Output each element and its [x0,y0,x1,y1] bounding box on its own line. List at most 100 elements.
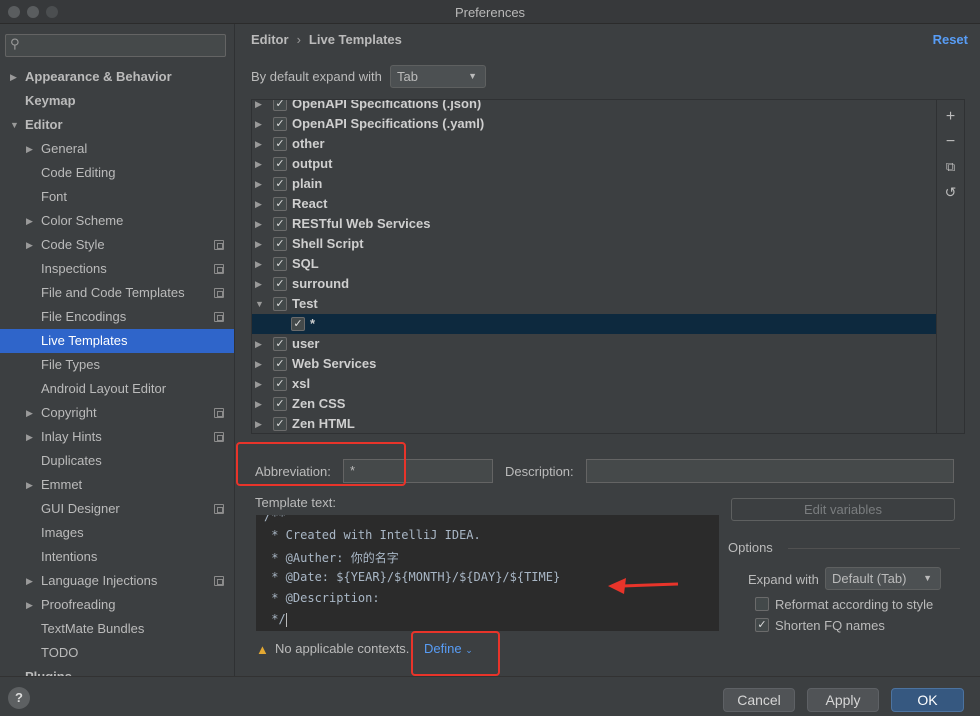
sidebar-item-textmate-bundles[interactable]: TextMate Bundles [0,617,234,641]
chevron-down-icon: ▼ [923,573,932,583]
sidebar-item-inspections[interactable]: Inspections [0,257,234,281]
enable-checkbox[interactable]: ✓ [273,417,287,431]
cancel-button[interactable]: Cancel [723,688,795,712]
editor-line: * @Date: ${YEAR}/${MONTH}/${DAY}/${TIME} [264,570,561,584]
chevron-down-icon: ▼ [468,71,477,81]
enable-checkbox[interactable]: ✓ [273,257,287,271]
reformat-checkbox[interactable] [755,597,769,611]
chevron-right-icon: ▶ [26,240,33,250]
sidebar-item-live-templates[interactable]: Live Templates [0,329,234,353]
chevron-right-icon: ▶ [26,216,33,226]
default-expand-select[interactable]: Tab ▼ [390,65,486,88]
sidebar-item-intentions[interactable]: Intentions [0,545,234,569]
list-item[interactable]: ▶ ✓ other [252,134,936,154]
enable-checkbox[interactable]: ✓ [273,237,287,251]
sidebar-item-code-editing[interactable]: Code Editing [0,161,234,185]
template-text-editor[interactable]: /** * Created with IntelliJ IDEA. * @Aut… [256,515,719,631]
description-field[interactable] [586,459,954,483]
enable-checkbox[interactable]: ✓ [273,377,287,391]
sidebar-item-emmet[interactable]: ▶ Emmet [0,473,234,497]
sidebar-item-file-types[interactable]: File Types [0,353,234,377]
project-settings-icon [214,312,224,322]
editor-line: * @Auther: 你的名字 [264,551,399,565]
sidebar-item-duplicates[interactable]: Duplicates [0,449,234,473]
window-title: Preferences [454,5,526,20]
list-item[interactable]: ▶ ✓ user [252,334,936,354]
template-list[interactable]: ▶ ✓ OpenAPI Specifications (.json) ▶ ✓ O… [251,99,937,434]
enable-checkbox[interactable]: ✓ [273,337,287,351]
edit-variables-button[interactable]: Edit variables [731,498,955,521]
sidebar-item-inlay-hints[interactable]: ▶ Inlay Hints [0,425,234,449]
enable-checkbox[interactable]: ✓ [273,137,287,151]
reset-link[interactable]: Reset [933,32,968,47]
list-item[interactable]: ▶ ✓ surround [252,274,936,294]
breadcrumb-editor[interactable]: Editor [251,32,289,47]
sidebar-item-file-encodings[interactable]: File Encodings [0,305,234,329]
expand-with-label: Expand with [748,572,819,587]
sidebar-item-copyright[interactable]: ▶ Copyright [0,401,234,425]
sidebar-item-gui-designer[interactable]: GUI Designer [0,497,234,521]
apply-button[interactable]: Apply [807,688,879,712]
ok-button[interactable]: OK [891,688,964,712]
list-item[interactable]: ▶ ✓ Zen CSS [252,394,936,414]
enable-checkbox[interactable]: ✓ [273,217,287,231]
list-item[interactable]: ▼ ✓ Test [252,294,936,314]
chevron-right-icon: ▶ [10,72,17,82]
list-item[interactable]: ▶ ✓ OpenAPI Specifications (.yaml) [252,114,936,134]
dialog-button-bar: ? Cancel Apply OK [0,676,980,716]
list-item[interactable]: ▶ ✓ RESTful Web Services [252,214,936,234]
help-button[interactable]: ? [8,687,30,709]
sidebar-item-proofreading[interactable]: ▶ Proofreading [0,593,234,617]
restore-icon[interactable]: ↺ [937,181,964,203]
enable-checkbox[interactable]: ✓ [273,177,287,191]
sidebar-item-language-injections[interactable]: ▶ Language Injections [0,569,234,593]
sidebar-item-todo[interactable]: TODO [0,641,234,665]
project-settings-icon [214,504,224,514]
sidebar-item-code-style[interactable]: ▶ Code Style [0,233,234,257]
enable-checkbox[interactable]: ✓ [273,197,287,211]
sidebar-item-images[interactable]: Images [0,521,234,545]
remove-icon[interactable]: − [937,131,964,153]
chevron-right-icon: ▶ [255,199,262,209]
sidebar-item-font[interactable]: Font [0,185,234,209]
list-item[interactable]: ▶ ✓ SQL [252,254,936,274]
enable-checkbox[interactable]: ✓ [273,100,287,111]
enable-checkbox[interactable]: ✓ [273,157,287,171]
sidebar-item-android-layout-editor[interactable]: Android Layout Editor [0,377,234,401]
copy-icon[interactable]: ⧉ [937,156,964,178]
list-item[interactable]: ▶ ✓ Shell Script [252,234,936,254]
enable-checkbox[interactable]: ✓ [273,277,287,291]
sidebar-item-plugins[interactable]: Plugins [0,665,234,676]
chevron-right-icon: ▶ [255,419,262,429]
add-icon[interactable]: + [937,106,964,128]
list-item[interactable]: ▶ ✓ xsl [252,374,936,394]
list-item-selected[interactable]: ✓ * [252,314,936,334]
enable-checkbox[interactable]: ✓ [291,317,305,331]
chevron-right-icon: ▶ [26,144,33,154]
list-item[interactable]: ▶ ✓ React [252,194,936,214]
enable-checkbox[interactable]: ✓ [273,397,287,411]
enable-checkbox[interactable]: ✓ [273,117,287,131]
chevron-right-icon: ▶ [26,408,33,418]
list-item[interactable]: ▶ ✓ Zen HTML [252,414,936,433]
annotation-box-define [411,631,500,676]
sidebar-item-color-scheme[interactable]: ▶ Color Scheme [0,209,234,233]
expand-with-select[interactable]: Default (Tab) ▼ [825,567,941,590]
list-item[interactable]: ▶ ✓ plain [252,174,936,194]
search-input[interactable]: ⚲ [5,34,226,57]
editor-line: /** [264,515,286,523]
enable-checkbox[interactable]: ✓ [273,297,287,311]
sidebar-item-appearance-behavior[interactable]: ▶ Appearance & Behavior [0,65,234,89]
chevron-right-icon: ▶ [255,279,262,289]
shorten-fq-checkbox[interactable]: ✓ [755,618,769,632]
chevron-right-icon: ▶ [255,139,262,149]
chevron-right-icon: ▶ [255,99,262,109]
list-item[interactable]: ▶ ✓ OpenAPI Specifications (.json) [252,99,936,114]
list-item[interactable]: ▶ ✓ Web Services [252,354,936,374]
sidebar-item-file-code-templates[interactable]: File and Code Templates [0,281,234,305]
list-item[interactable]: ▶ ✓ output [252,154,936,174]
enable-checkbox[interactable]: ✓ [273,357,287,371]
sidebar-item-keymap[interactable]: Keymap [0,89,234,113]
sidebar-item-editor[interactable]: ▼ Editor [0,113,234,137]
sidebar-item-general[interactable]: ▶ General [0,137,234,161]
